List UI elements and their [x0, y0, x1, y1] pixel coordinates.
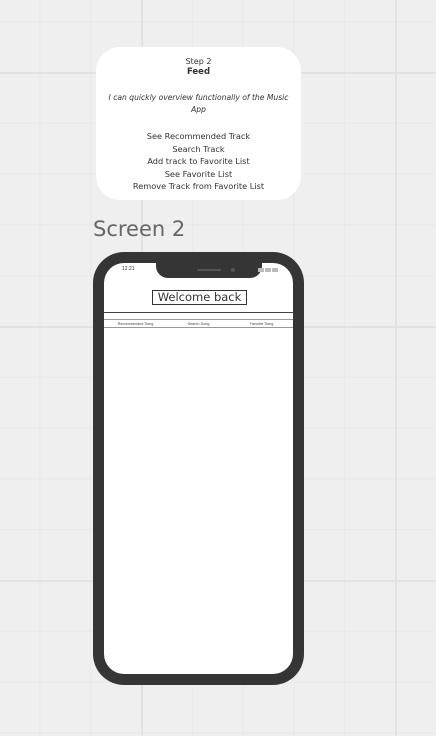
status-time: 12:21	[122, 266, 135, 272]
camera-icon	[231, 268, 235, 272]
card-title: Feed	[186, 67, 211, 77]
welcome-heading: Welcome back	[152, 290, 247, 305]
header-divider	[104, 312, 293, 313]
battery-icon	[272, 268, 278, 272]
tab-search-song[interactable]: Search Song	[167, 321, 230, 327]
feature-item: See Recommended Track	[146, 131, 251, 141]
tab-bar: Recommended Song Search Song Favorite So…	[104, 319, 293, 328]
phone-screen: 12:21 Welcome back Recommended Song Sear…	[104, 263, 293, 674]
feature-item: See Favorite List	[164, 168, 233, 179]
screen-label[interactable]: Screen 2	[93, 217, 185, 241]
tab-favorite-song[interactable]: Favorite Song	[230, 321, 293, 327]
feature-item: Add track to Favorite List	[147, 156, 250, 167]
tab-recommended-song[interactable]: Recommended Song	[104, 321, 167, 327]
signal-icon	[258, 268, 264, 272]
feature-item: Search Track	[172, 143, 225, 154]
feature-list: See Recommended Track Search Track Add t…	[96, 130, 301, 193]
card-description: I can quickly overview functionally of t…	[108, 93, 289, 114]
sticky-note-card[interactable]: Step 2 Feed I can quickly overview funct…	[96, 47, 301, 200]
status-icons	[258, 268, 278, 272]
feature-item: Remove Track from Favorite List	[132, 181, 265, 192]
speaker-icon	[197, 269, 221, 271]
phone-frame[interactable]: 12:21 Welcome back Recommended Song Sear…	[93, 252, 304, 685]
phone-notch	[156, 263, 262, 278]
step-label: Step 2	[185, 57, 212, 66]
wifi-icon	[265, 268, 271, 272]
